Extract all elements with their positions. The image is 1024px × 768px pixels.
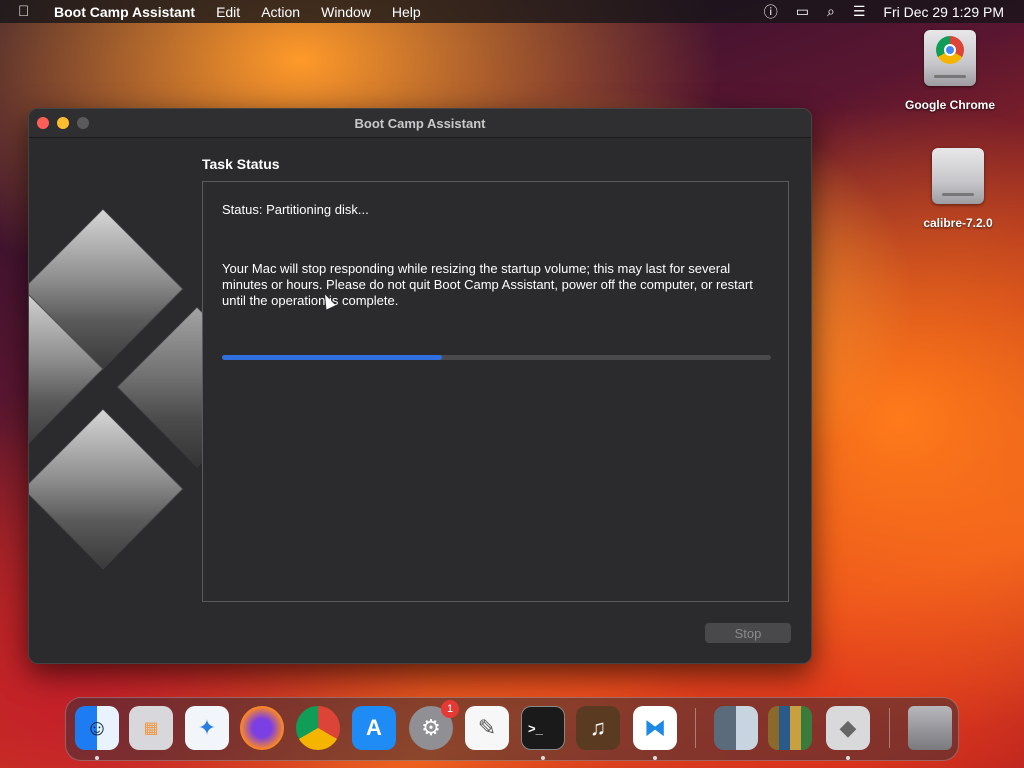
menu-window[interactable]: Window [321, 4, 371, 20]
menu-action[interactable]: Action [261, 4, 300, 20]
launchpad-icon[interactable]: ▦ [129, 706, 173, 750]
firefox-icon[interactable] [240, 706, 284, 750]
window-title: Boot Camp Assistant [354, 116, 486, 131]
info-icon[interactable]: ⓘ [764, 2, 778, 22]
dock: ☺ ▦ ✦ A ⚙ 1 ✎ >_ ♫ ⧓ ◆ [65, 697, 959, 761]
status-text: Status: Partitioning disk... [222, 202, 369, 217]
finder-icon[interactable] [714, 706, 758, 750]
boot-camp-icon[interactable]: ◆ [826, 706, 870, 750]
system-settings-icon[interactable]: ⚙ 1 [409, 700, 459, 750]
textedit-icon[interactable]: ✎ [465, 706, 509, 750]
chrome-drive-icon [924, 30, 976, 86]
menubar-clock[interactable]: Fri Dec 29 1:29 PM [883, 4, 1004, 20]
terminal-icon[interactable]: >_ [521, 706, 565, 750]
desktop-icon-calibre[interactable]: calibre-7.2.0 [908, 148, 1008, 230]
search-icon[interactable]: ⌕ [827, 3, 835, 20]
safari-icon[interactable]: ✦ [185, 706, 229, 750]
notification-badge: 1 [441, 700, 459, 718]
menu-help[interactable]: Help [392, 4, 421, 20]
menu-bar:  Boot Camp Assistant Edit Action Window… [0, 0, 1024, 23]
menubar-status-area: ⓘ ▭ ⌕ ☰ Fri Dec 29 1:29 PM [764, 0, 1024, 23]
chrome-logo-icon [936, 36, 964, 64]
garageband-icon[interactable]: ♫ [576, 706, 620, 750]
menu-edit[interactable]: Edit [216, 4, 240, 20]
desktop-icon-google-chrome[interactable]: Google Chrome [900, 30, 1000, 112]
menu-app-name[interactable]: Boot Camp Assistant [54, 4, 195, 20]
warning-message: Your Mac will stop responding while resi… [222, 261, 753, 308]
task-status-heading: Task Status [202, 156, 280, 172]
vscode-icon[interactable]: ⧓ [633, 706, 677, 750]
stop-button[interactable]: Stop [705, 623, 791, 643]
calibre-icon[interactable] [768, 706, 812, 750]
disk-image-icon [932, 148, 984, 204]
screen-mirroring-icon[interactable]: ▭ [796, 3, 809, 20]
desktop-icon-label: calibre-7.2.0 [923, 216, 993, 230]
chrome-icon[interactable] [296, 706, 340, 750]
desktop-icon-label: Google Chrome [904, 98, 995, 112]
app-store-icon[interactable]: A [352, 706, 396, 750]
trash-icon[interactable] [908, 706, 952, 750]
task-status-panel: Status: Partitioning disk... Your Mac wi… [202, 181, 789, 602]
progress-bar [222, 355, 771, 360]
window-titlebar[interactable]: Boot Camp Assistant [29, 109, 811, 138]
control-center-icon[interactable]: ☰ [853, 3, 866, 20]
boot-camp-window: Boot Camp Assistant Task Status Status: … [28, 108, 812, 664]
progress-fill [222, 355, 442, 360]
finder-icon[interactable]: ☺ [75, 706, 119, 750]
apple-icon[interactable]:  [18, 3, 36, 20]
